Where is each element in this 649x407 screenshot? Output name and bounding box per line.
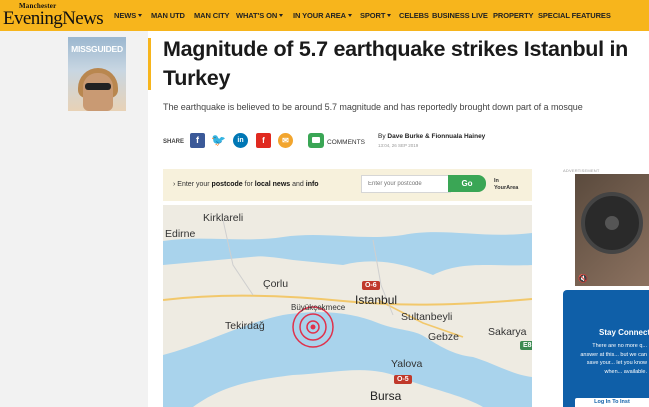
postcode-prompt: › Enter your postcode for local news and…	[173, 181, 319, 188]
headline-accent-bar	[148, 38, 151, 90]
city-label: Istanbul	[355, 293, 398, 307]
model-sunglasses	[85, 83, 111, 90]
nav-item-property[interactable]: PROPERTY	[493, 11, 534, 20]
advert-brand: MISSGUIDED	[71, 44, 123, 54]
city-label: Gebze	[428, 331, 459, 343]
chevron-down-icon	[347, 14, 352, 17]
signin-text: There are no more q... answer at this...…	[580, 343, 647, 375]
nav-item-special-features[interactable]: SPECIAL FEATURES	[538, 11, 611, 20]
prompt-prefix: Enter your	[177, 181, 210, 188]
inyourarea-logo: In YourArea	[494, 178, 518, 192]
road-marker: E8	[520, 341, 532, 350]
byline-authors[interactable]: Dave Burke & Fionnuala Hainey	[387, 133, 485, 140]
signin-title: Stay Connect	[599, 328, 649, 337]
postcode-input[interactable]	[361, 175, 451, 193]
city-label: Edirne	[165, 228, 196, 240]
publish-date: 13:04, 26 SEP 2019	[378, 143, 419, 148]
postcode-bar: › Enter your postcode for local news and…	[163, 169, 532, 201]
postcode-go-button[interactable]: Go	[448, 175, 486, 192]
email-share-icon[interactable]: ✉	[278, 133, 293, 148]
prompt-info: info	[305, 181, 319, 188]
advert-label: ADVERTISEMENT	[563, 168, 600, 173]
nav-item-label: CELEBS	[399, 11, 429, 20]
nav-item-label: PROPERTY	[493, 11, 534, 20]
city-label: Kirklareli	[203, 212, 244, 224]
byline-prefix: By	[378, 133, 386, 140]
map-graphic	[163, 205, 532, 407]
article-standfirst: The earthquake is believed to be around …	[163, 102, 583, 112]
linkedin-share-icon[interactable]: in	[233, 133, 248, 148]
chevron-down-icon	[138, 14, 143, 17]
prompt-for: for	[244, 181, 253, 188]
prompt-local-news: local news	[254, 181, 291, 188]
nav-item-in-your-area[interactable]: IN YOUR AREA	[293, 11, 352, 20]
city-label: Çorlu	[263, 278, 289, 290]
brand-line2: YourArea	[494, 185, 519, 191]
prompt-postcode: postcode	[211, 181, 243, 188]
logo-big: EveningNews	[3, 8, 104, 29]
right-advert[interactable]: 🔇	[575, 174, 649, 286]
top-nav: Manchester EveningNews NEWS MAN UTD MAN CI…	[0, 0, 649, 31]
byline: By Dave Burke & Fionnuala Hainey	[378, 133, 485, 140]
city-label: Büyükçekmece	[291, 303, 346, 312]
nav-item-label: BUSINESS LIVE	[432, 11, 488, 20]
brand-line1: In	[494, 178, 499, 184]
nav-item-celebs[interactable]: CELEBS	[399, 11, 429, 20]
login-button[interactable]: Log In To Inst	[575, 398, 649, 407]
model-face	[83, 73, 113, 111]
signin-panel: Stay Connect There are no more q... answ…	[563, 290, 649, 407]
nav-item-label: MAN UTD	[151, 11, 185, 20]
chevron-down-icon	[387, 14, 392, 17]
nav-item-label: NEWS	[114, 11, 137, 20]
chevron-down-icon	[279, 14, 284, 17]
city-label: Tekirdağ	[225, 320, 265, 332]
city-label: Bursa	[370, 389, 402, 403]
chevron-right-icon: ›	[173, 181, 176, 188]
comments-link[interactable]: COMMENTS	[327, 139, 365, 146]
nav-item-what-s-on[interactable]: WHAT'S ON	[236, 11, 284, 20]
quake-epicenter	[310, 324, 316, 330]
nav-item-label: IN YOUR AREA	[293, 11, 346, 20]
facebook-share-icon[interactable]: f	[190, 133, 205, 148]
road-marker: O-6	[362, 281, 380, 290]
share-label: SHARE	[163, 139, 185, 145]
twitter-share-icon[interactable]: 🐦	[211, 133, 226, 148]
city-label: Sultanbeyli	[401, 311, 453, 323]
nav-item-news[interactable]: NEWS	[114, 11, 143, 20]
nav-item-man-utd[interactable]: MAN UTD	[151, 11, 185, 20]
highway	[163, 294, 532, 306]
city-label: Yalova	[391, 358, 423, 370]
left-advert[interactable]: MISSGUIDED	[68, 37, 126, 111]
mute-icon[interactable]: 🔇	[578, 274, 588, 283]
city-label: Sakarya	[488, 326, 527, 338]
comments-icon[interactable]	[308, 133, 324, 148]
nav-item-man-city[interactable]: MAN CITY	[194, 11, 230, 20]
nav-item-label: WHAT'S ON	[236, 11, 278, 20]
site-logo[interactable]: Manchester EveningNews	[3, 2, 104, 29]
nav-item-label: SPORT	[360, 11, 386, 20]
prompt-and: and	[292, 181, 304, 188]
earthquake-map[interactable]: Kirklareli Edirne Çorlu Büyükçekmece Ist…	[163, 205, 532, 407]
nav-item-business-live[interactable]: BUSINESS LIVE	[432, 11, 488, 20]
road-marker: O-5	[394, 375, 412, 384]
article-headline: Magnitude of 5.7 earthquake strikes Ista…	[163, 37, 628, 90]
nav-item-sport[interactable]: SPORT	[360, 11, 392, 20]
nav-item-label: SPECIAL FEATURES	[538, 11, 611, 20]
flipboard-share-icon[interactable]: f	[256, 133, 271, 148]
robot-vacuum-image	[581, 192, 643, 254]
nav-item-label: MAN CITY	[194, 11, 230, 20]
